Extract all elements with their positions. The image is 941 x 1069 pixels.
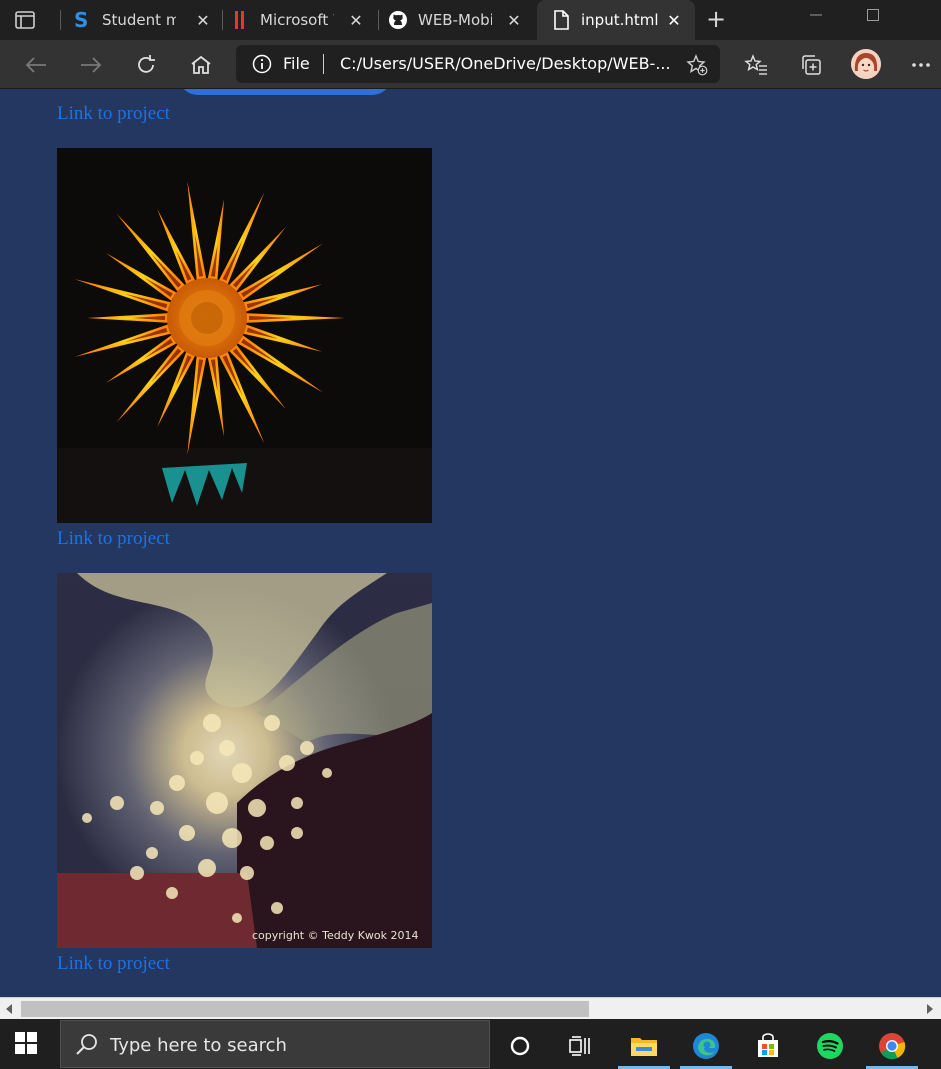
project-link[interactable]: Link to project (57, 953, 170, 975)
tab-student[interactable]: S Student ma ✕ (72, 0, 224, 40)
file-explorer-icon[interactable] (618, 1026, 670, 1069)
github-icon (388, 10, 408, 30)
address-bar[interactable]: File C:/Users/USER/OneDrive/Desktop/WEB-… (236, 45, 720, 83)
svg-text:S: S (74, 10, 88, 30)
project-link[interactable]: Link to project (57, 103, 170, 125)
tab-actions-icon[interactable] (14, 9, 36, 31)
close-icon[interactable]: ✕ (505, 11, 523, 30)
refresh-button[interactable] (132, 51, 160, 79)
url-scheme: File (283, 54, 310, 73)
taskbar-search-box[interactable]: Type here to search (60, 1020, 490, 1068)
windows-taskbar: Type here to search (0, 1019, 941, 1069)
scroll-right-arrow-icon[interactable] (922, 1002, 936, 1016)
edge-icon[interactable] (680, 1026, 732, 1069)
sunlight-trees-image: copyright © Teddy Kwok 2014 (57, 573, 432, 948)
store-icon[interactable] (742, 1026, 794, 1066)
tab-separator (222, 10, 223, 30)
windows-start-icon[interactable] (15, 1032, 39, 1056)
search-placeholder: Type here to search (110, 1035, 287, 1056)
profile-avatar[interactable] (851, 49, 881, 79)
tab-github[interactable]: WEB-Mobil ✕ (388, 0, 535, 40)
maximize-button[interactable] (853, 0, 893, 30)
close-icon[interactable]: ✕ (347, 11, 365, 30)
forward-button[interactable] (77, 51, 105, 79)
add-favorite-icon[interactable] (686, 54, 708, 76)
more-options-icon[interactable] (907, 51, 935, 79)
chrome-icon[interactable] (866, 1026, 918, 1069)
project-link[interactable]: Link to project (57, 528, 170, 550)
partial-button-edge[interactable] (178, 89, 392, 95)
tab-label: WEB-Mobil (418, 11, 492, 29)
task-view-icon[interactable] (554, 1026, 606, 1066)
tab-label: Microsoft W (260, 11, 334, 29)
pause-bars-icon (230, 10, 250, 30)
skype-s-icon: S (72, 10, 92, 30)
scrollbar-thumb[interactable] (21, 1001, 589, 1017)
tab-label: input.html (581, 11, 659, 29)
close-icon[interactable]: ✕ (194, 11, 212, 30)
flower-image (57, 148, 432, 523)
page-content: Link to project Link to project copyrigh… (0, 89, 941, 997)
scroll-left-arrow-icon[interactable] (3, 1002, 17, 1016)
back-button[interactable] (22, 51, 50, 79)
info-icon[interactable] (252, 54, 272, 74)
favorites-icon[interactable] (742, 51, 770, 79)
tab-separator (60, 10, 61, 30)
tab-input-html[interactable]: input.html ✕ (537, 0, 695, 40)
scheme-divider (323, 54, 324, 74)
browser-toolbar: File C:/Users/USER/OneDrive/Desktop/WEB-… (0, 40, 941, 89)
image-watermark: copyright © Teddy Kwok 2014 (252, 929, 419, 942)
minimize-button[interactable] (796, 0, 836, 30)
spotify-icon[interactable] (804, 1026, 856, 1066)
tab-label: Student ma (102, 11, 176, 29)
tab-separator (378, 10, 379, 30)
close-icon[interactable]: ✕ (665, 11, 683, 30)
collections-icon[interactable] (797, 51, 825, 79)
new-tab-button[interactable]: + (703, 7, 729, 32)
tab-microsoft[interactable]: Microsoft W ✕ (230, 0, 377, 40)
home-button[interactable] (187, 51, 215, 79)
file-icon (551, 10, 571, 30)
cortana-icon[interactable] (494, 1026, 546, 1066)
browser-titlebar: S Student ma ✕ Microsoft W ✕ WEB-Mobil ✕… (0, 0, 941, 40)
search-icon (75, 1033, 99, 1057)
horizontal-scrollbar[interactable] (0, 997, 941, 1019)
url-text[interactable]: C:/Users/USER/OneDrive/Desktop/WEB-... (340, 54, 671, 73)
